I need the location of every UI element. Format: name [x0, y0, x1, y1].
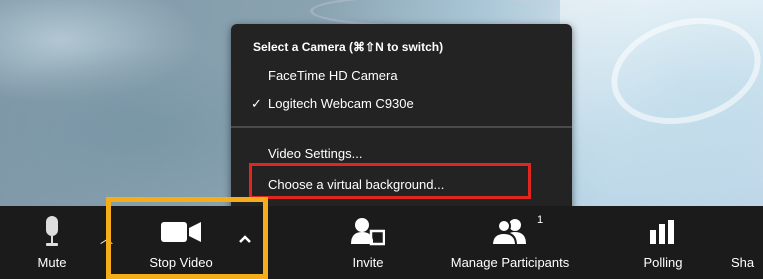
participant-count-badge: 1: [537, 214, 544, 226]
menu-item-logitech-webcam[interactable]: ✓ Logitech Webcam C930e: [251, 96, 592, 112]
stop-video-highlight: [106, 197, 268, 279]
share-label: Sha: [731, 255, 755, 270]
camera-menu-header: Select a Camera (⌘⇧N to switch): [253, 40, 444, 54]
menu-item-facetime-camera[interactable]: FaceTime HD Camera: [268, 68, 609, 83]
polling-button[interactable]: Polling: [632, 206, 694, 279]
polling-label: Polling: [643, 255, 683, 270]
microphone-icon: [46, 216, 58, 246]
menu-item-video-settings[interactable]: Video Settings...: [268, 146, 609, 161]
menu-separator: [231, 126, 572, 128]
share-button[interactable]: Sha: [731, 206, 763, 279]
participants-icon: [492, 219, 526, 246]
mute-button[interactable]: Mute: [22, 206, 82, 279]
bar-chart-icon: [650, 220, 674, 244]
invite-button[interactable]: Invite: [340, 206, 396, 279]
virtual-background-highlight: [249, 163, 531, 199]
invite-label: Invite: [352, 255, 384, 270]
manage-participants-label: Manage Participants: [450, 255, 570, 270]
add-person-icon: [351, 218, 385, 246]
check-icon: ✓: [251, 96, 262, 111]
menu-item-label: Logitech Webcam C930e: [268, 96, 414, 111]
mute-label: Mute: [37, 255, 67, 270]
manage-participants-button[interactable]: 1 Manage Participants: [428, 206, 592, 279]
